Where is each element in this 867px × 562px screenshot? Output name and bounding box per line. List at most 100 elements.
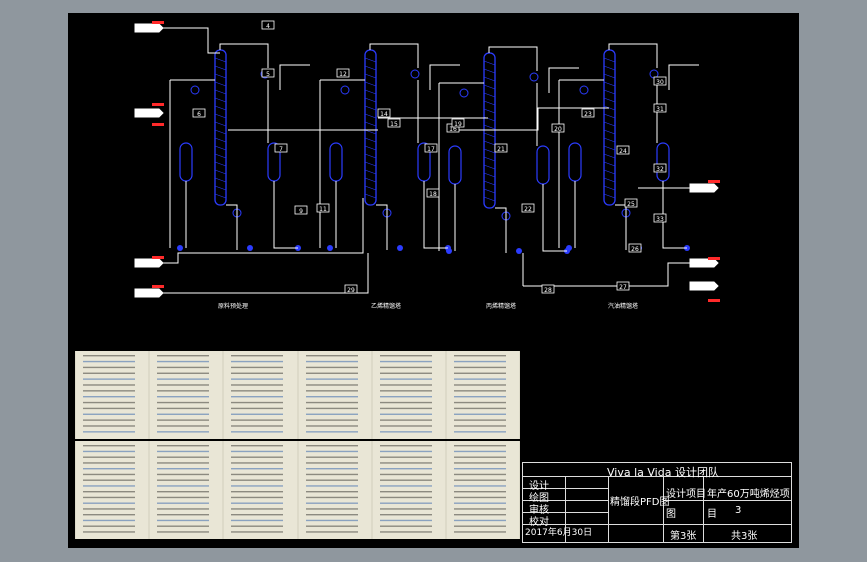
- table-cell-mark: [83, 462, 135, 464]
- stream-number: 23: [584, 111, 592, 118]
- table-cell-mark: [306, 496, 358, 499]
- column-tray: [364, 153, 377, 159]
- table-cell-mark: [231, 508, 283, 510]
- table-cell-mark: [306, 450, 358, 453]
- column-tray: [603, 89, 616, 95]
- table-cell-mark: [83, 491, 135, 493]
- reflux-drum: [656, 142, 670, 182]
- pipe-line: [668, 64, 699, 90]
- sheet-number: 第3张: [670, 531, 697, 542]
- pump: [566, 245, 572, 251]
- team-name: Viva la Vida 设计团队: [607, 466, 719, 479]
- pipe-line: [279, 64, 310, 90]
- stream-number: 9: [299, 208, 303, 215]
- column-tray: [214, 65, 227, 71]
- stream-tag-label: [152, 123, 164, 126]
- column-tray: [214, 193, 227, 199]
- column-tray: [483, 60, 496, 66]
- pipe-line: [226, 204, 238, 250]
- stream-tag-label: [152, 285, 164, 288]
- table-cell-mark: [83, 450, 135, 453]
- table-cell-mark: [157, 496, 209, 499]
- pipe-line: [542, 184, 567, 252]
- section-label: 汽油精馏塔: [608, 302, 638, 310]
- table-cell-mark: [454, 413, 506, 415]
- table-cell-mark: [83, 508, 135, 510]
- table-cell-mark: [231, 491, 283, 493]
- column-tray: [364, 65, 377, 71]
- stream-table-upper: [75, 351, 520, 439]
- table-cell-mark: [306, 431, 358, 433]
- table-cell-mark: [231, 450, 283, 453]
- table-cell-mark: [380, 372, 432, 374]
- table-cell-mark: [454, 355, 506, 357]
- table-cell-mark: [231, 366, 283, 369]
- pipe-line: [153, 253, 369, 294]
- table-cell-mark: [380, 413, 432, 415]
- column-tray: [364, 113, 377, 119]
- stream-number: 7: [279, 146, 283, 153]
- column-tray: [364, 105, 377, 111]
- stream-tag: [134, 258, 164, 268]
- condenser: [340, 85, 350, 95]
- table-cell-mark: [157, 384, 209, 386]
- table-cell-mark: [454, 360, 506, 363]
- table-cell-mark: [83, 378, 135, 380]
- table-cell-mark: [157, 531, 209, 533]
- column-tray: [483, 92, 496, 98]
- pipe-line: [488, 46, 538, 71]
- table-cell-mark: [306, 485, 358, 487]
- table-cell-mark: [454, 473, 506, 476]
- table-cell-mark: [454, 378, 506, 380]
- title-block: Viva la Vida 设计团队 设计 绘图 审核 校对 2017年6月30日…: [522, 462, 792, 543]
- table-cell-mark: [454, 450, 506, 453]
- section-label: 原料预处理: [218, 302, 248, 310]
- table-cell-mark: [380, 508, 432, 510]
- column-tray: [603, 129, 616, 135]
- column-tray: [603, 161, 616, 167]
- table-cell-mark: [157, 431, 209, 433]
- table-cell-mark: [306, 378, 358, 380]
- table-cell-mark: [157, 390, 209, 392]
- table-cell-mark: [231, 360, 283, 363]
- stream-number: 24: [619, 148, 627, 155]
- table-cell-mark: [380, 485, 432, 487]
- condenser: [529, 72, 539, 82]
- table-cell-mark: [157, 456, 209, 458]
- column-tray: [214, 73, 227, 79]
- table-cell-mark: [306, 479, 358, 481]
- table-cell-mark: [231, 431, 283, 433]
- stream-number: 33: [656, 216, 664, 223]
- table-cell-mark: [306, 531, 358, 533]
- condenser: [190, 85, 200, 95]
- stream-number: 6: [197, 111, 201, 118]
- column-tray: [214, 97, 227, 103]
- table-cell-mark: [83, 419, 135, 421]
- table-cell-mark: [231, 485, 283, 487]
- table-cell-mark: [83, 431, 135, 433]
- stream-tag: [134, 23, 164, 33]
- table-cell-mark: [83, 485, 135, 487]
- table-cell-mark: [83, 360, 135, 363]
- distillation-column: [603, 49, 616, 206]
- sheet-total: 共3张: [731, 531, 758, 542]
- stream-number: 14: [380, 111, 388, 118]
- table-cell-mark: [231, 456, 283, 458]
- table-cell-mark: [83, 425, 135, 427]
- column-tray: [483, 84, 496, 90]
- column-tray: [214, 113, 227, 119]
- column-tray: [364, 177, 377, 183]
- table-cell-mark: [306, 372, 358, 374]
- table-cell-mark: [306, 384, 358, 386]
- table-cell-mark: [157, 407, 209, 410]
- stream-number: 30: [656, 79, 664, 86]
- drawing-title: 精馏段PFD图: [610, 497, 670, 508]
- table-cell-mark: [380, 496, 432, 499]
- feed-drum: [448, 145, 462, 185]
- table-cell-mark: [231, 413, 283, 415]
- table-cell-mark: [231, 514, 283, 516]
- stream-number: 11: [319, 206, 327, 213]
- table-cell-mark: [231, 390, 283, 392]
- table-cell-mark: [380, 519, 432, 522]
- column-tray: [603, 153, 616, 159]
